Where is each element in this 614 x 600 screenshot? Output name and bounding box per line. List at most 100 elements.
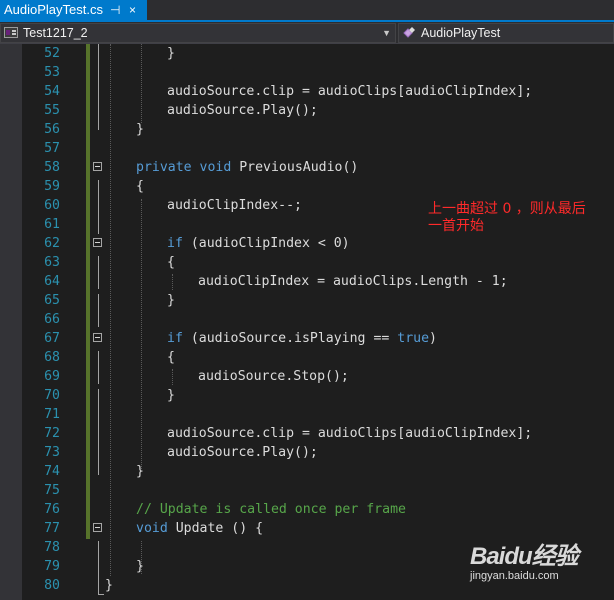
code-token: PreviousAudio(): [231, 160, 359, 175]
line-number: 59: [44, 179, 60, 194]
close-icon[interactable]: ×: [129, 0, 136, 20]
code-line[interactable]: 73 audioSource.Play();: [0, 443, 614, 462]
line-number: 75: [44, 483, 60, 498]
code-line[interactable]: 55 audioSource.Play();: [0, 101, 614, 120]
tab-audioplaytest-cs[interactable]: AudioPlayTest.cs ⊣ ×: [0, 0, 147, 20]
code-token: (audioClipIndex < 0): [182, 236, 350, 251]
watermark-url: jingyan.baidu.com: [470, 570, 559, 582]
line-number: 54: [44, 84, 60, 99]
line-number: 57: [44, 141, 60, 156]
tab-title: AudioPlayTest.cs: [4, 2, 103, 17]
code-text: }: [136, 462, 144, 481]
code-text: audioSource.Stop();: [198, 367, 349, 386]
line-number: 72: [44, 426, 60, 441]
annotation-line-2: 一首开始: [428, 218, 484, 234]
keyword-token: void: [136, 521, 168, 536]
code-line[interactable]: 53: [0, 63, 614, 82]
code-line[interactable]: 65}: [0, 291, 614, 310]
keyword-token: private: [136, 160, 192, 175]
code-line[interactable]: 66: [0, 310, 614, 329]
code-token: audioClipIndex--;: [167, 198, 302, 213]
keyword-token: if: [167, 236, 183, 251]
code-text: }: [136, 120, 144, 139]
code-text: audioClipIndex--;: [167, 196, 302, 215]
keyword-token: if: [167, 331, 183, 346]
line-number: 76: [44, 502, 60, 517]
chevron-down-icon: ▼: [382, 28, 391, 38]
code-line[interactable]: 58 private void PreviousAudio(): [0, 158, 614, 177]
code-line[interactable]: 57: [0, 139, 614, 158]
code-token: }: [167, 46, 175, 61]
collapse-icon[interactable]: [93, 162, 102, 171]
line-number: 64: [44, 274, 60, 289]
line-number: 60: [44, 198, 60, 213]
line-number: 80: [44, 578, 60, 593]
member-dropdown[interactable]: AudioPlayTest: [398, 23, 614, 43]
line-number: 78: [44, 540, 60, 555]
code-text: audioSource.Play();: [167, 101, 318, 120]
line-number: 73: [44, 445, 60, 460]
keyword-token: true: [397, 331, 430, 346]
comment-token: // Update is called once per frame: [136, 502, 406, 517]
line-number: 53: [44, 65, 60, 80]
code-text: audioSource.Play();: [167, 443, 318, 462]
code-text: }: [167, 386, 175, 405]
code-line[interactable]: 72 audioSource.clip = audioClips[audioCli…: [0, 424, 614, 443]
code-line[interactable]: 63 {: [0, 253, 614, 272]
code-line[interactable]: 70}: [0, 386, 614, 405]
line-number: 70: [44, 388, 60, 403]
collapse-icon[interactable]: [93, 238, 102, 247]
code-text: }: [105, 576, 113, 595]
code-token: }: [136, 559, 144, 574]
class-icon: [403, 27, 415, 38]
code-line[interactable]: 54 audioSource.clip = audioClips[audioCli…: [0, 82, 614, 101]
code-token: }: [136, 122, 144, 137]
code-line[interactable]: 67 if (audioSource.isPlaying == true): [0, 329, 614, 348]
code-token: audioSource.clip = audioClips[audioClipI…: [167, 426, 533, 441]
project-dropdown-label: Test1217_2: [23, 26, 88, 40]
code-line[interactable]: 75: [0, 481, 614, 500]
code-text: }: [167, 44, 175, 63]
code-line[interactable]: 52}: [0, 44, 614, 63]
code-text: }: [167, 291, 175, 310]
code-text: private void PreviousAudio(): [136, 158, 358, 177]
code-token: {: [167, 255, 175, 270]
code-text: audioClipIndex = audioClips.Length - 1;: [198, 272, 508, 291]
code-token: ): [429, 331, 437, 346]
code-text: }: [136, 557, 144, 576]
code-text: {: [167, 348, 175, 367]
code-line[interactable]: 64 audioClipIndex = audioClips.Length - 1…: [0, 272, 614, 291]
code-editor[interactable]: 52} 53 54 audioSource.clip = audioClips[aud…: [0, 44, 614, 600]
line-number: 52: [44, 46, 60, 61]
line-number: 79: [44, 559, 60, 574]
collapse-icon[interactable]: [93, 333, 102, 342]
code-line[interactable]: 74}: [0, 462, 614, 481]
csharp-project-icon: [4, 27, 18, 38]
navigation-bar: Test1217_2 ▼ AudioPlayTest: [0, 22, 614, 44]
code-line[interactable]: 56}: [0, 120, 614, 139]
code-token: audioSource.Play();: [167, 445, 318, 460]
code-text: if (audioClipIndex < 0): [167, 234, 350, 253]
code-text: audioSource.clip = audioClips[audioClipI…: [167, 82, 532, 101]
project-dropdown[interactable]: Test1217_2 ▼: [0, 23, 396, 43]
code-line[interactable]: 68 {: [0, 348, 614, 367]
code-token: {: [136, 179, 144, 194]
code-token: audioSource.Play();: [167, 103, 318, 118]
code-line[interactable]: 59 {: [0, 177, 614, 196]
annotation-line-1: 上一曲超过 0 ，则从最后: [428, 201, 586, 217]
line-number: 61: [44, 217, 60, 232]
code-token: }: [105, 578, 113, 593]
line-number: 69: [44, 369, 60, 384]
code-text: // Update is called once per frame: [136, 500, 406, 519]
code-line[interactable]: 62 if (audioClipIndex < 0): [0, 234, 614, 253]
collapse-icon[interactable]: [93, 523, 102, 532]
code-token: (audioSource.isPlaying ==: [182, 331, 398, 346]
pin-icon[interactable]: ⊣: [110, 0, 120, 20]
code-line[interactable]: 76 // Update is called once per frame: [0, 500, 614, 519]
code-line[interactable]: 69 audioSource.Stop();: [0, 367, 614, 386]
code-line[interactable]: 71: [0, 405, 614, 424]
code-text: {: [136, 177, 144, 196]
code-text: {: [167, 253, 175, 272]
code-text: void Update () {: [136, 519, 263, 538]
